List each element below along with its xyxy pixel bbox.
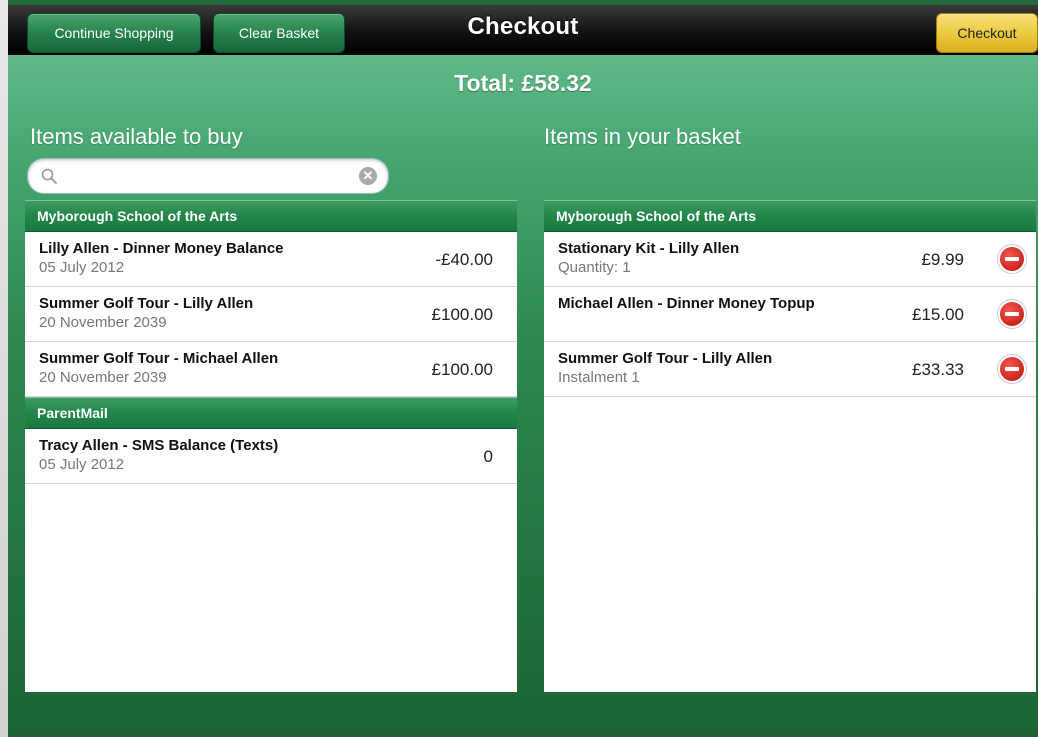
basket-item[interactable]: Stationary Kit - Lilly Allen Quantity: 1… bbox=[544, 232, 1036, 287]
item-price: £33.33 bbox=[912, 360, 964, 379]
basket-item[interactable]: Michael Allen - Dinner Money Topup £15.0… bbox=[544, 287, 1036, 342]
search-box: ✕ bbox=[27, 158, 389, 194]
item-title: Tracy Allen - SMS Balance (Texts) bbox=[39, 437, 279, 454]
item-title: Lilly Allen - Dinner Money Balance bbox=[39, 240, 284, 257]
remove-item-button[interactable] bbox=[998, 245, 1026, 273]
item-date: 05 July 2012 bbox=[39, 456, 125, 473]
list-item[interactable]: Summer Golf Tour - Michael Allen 20 Nove… bbox=[25, 342, 517, 397]
basket-items-heading: Items in your basket bbox=[544, 124, 741, 149]
item-price: £100.00 bbox=[431, 305, 493, 324]
basket-total: Total: £58.32 bbox=[454, 70, 592, 96]
minus-icon bbox=[1000, 247, 1024, 271]
minus-icon bbox=[1000, 302, 1024, 326]
item-price: 0 bbox=[483, 447, 493, 466]
minus-icon bbox=[1000, 357, 1024, 381]
page-title: Checkout bbox=[467, 13, 579, 40]
item-date: 05 July 2012 bbox=[39, 259, 125, 276]
checkout-button[interactable]: Checkout bbox=[936, 13, 1038, 53]
search-icon bbox=[41, 168, 57, 184]
search-input[interactable] bbox=[68, 163, 342, 191]
list-item[interactable]: Tracy Allen - SMS Balance (Texts) 05 Jul… bbox=[25, 429, 517, 484]
remove-item-button[interactable] bbox=[998, 300, 1026, 328]
available-items-heading: Items available to buy bbox=[30, 124, 243, 149]
clear-search-icon[interactable]: ✕ bbox=[359, 167, 377, 185]
item-price: £100.00 bbox=[431, 360, 493, 379]
section-header: Myborough School of the Arts bbox=[25, 200, 517, 232]
item-price: £15.00 bbox=[912, 305, 964, 324]
list-item[interactable]: Lilly Allen - Dinner Money Balance 05 Ju… bbox=[25, 232, 517, 287]
list-item[interactable]: Summer Golf Tour - Lilly Allen 20 Novemb… bbox=[25, 287, 517, 342]
basket-item[interactable]: Summer Golf Tour - Lilly Allen Instalmen… bbox=[544, 342, 1036, 397]
section-header: ParentMail bbox=[25, 397, 517, 429]
toolbar: Continue Shopping Clear Basket Checkout … bbox=[8, 5, 1038, 55]
remove-item-button[interactable] bbox=[998, 355, 1026, 383]
section-header: Myborough School of the Arts bbox=[544, 200, 1036, 232]
window-edge bbox=[0, 0, 8, 737]
item-price: £9.99 bbox=[921, 250, 964, 269]
available-items-list: Myborough School of the Arts Lilly Allen… bbox=[25, 200, 517, 692]
item-price: -£40.00 bbox=[435, 250, 493, 269]
basket-items-list: Myborough School of the Arts Stationary … bbox=[544, 200, 1036, 692]
